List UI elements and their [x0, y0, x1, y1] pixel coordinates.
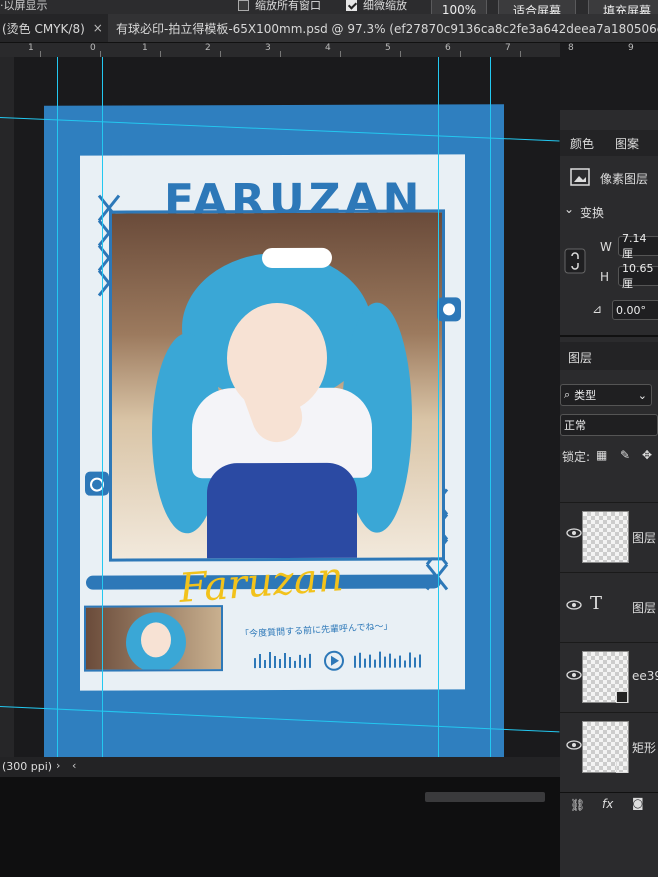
- ruler-label: 1: [28, 43, 34, 53]
- layer-row[interactable]: 图层: [560, 502, 658, 567]
- audio-waveform-icon: [254, 650, 421, 671]
- height-field[interactable]: 10.65 厘: [618, 262, 658, 290]
- vertical-ruler[interactable]: [0, 57, 14, 757]
- layer-thumbnail: [582, 511, 629, 563]
- horizontal-scrollbar[interactable]: [425, 792, 545, 802]
- badge-icon: [437, 297, 461, 322]
- horizontal-ruler[interactable]: 1 0 1 2 3 4 5 6 7 8 9: [0, 43, 634, 58]
- guide-line[interactable]: [438, 57, 439, 777]
- chevron-down-icon: ⌄: [564, 202, 575, 216]
- height-label: H: [600, 270, 610, 284]
- status-bar: (300 ppi) › ‹: [0, 757, 560, 777]
- tab-cmyk-document[interactable]: (烫色 CMYK/8) ×: [0, 14, 107, 42]
- scroll-all-windows-option[interactable]: 缩放所有窗口: [238, 0, 321, 13]
- ruler-label: 2: [205, 43, 211, 53]
- angle-field[interactable]: 0.00°: [612, 300, 658, 320]
- resolution-readout: (300 ppi): [2, 760, 53, 773]
- ruler-label: 0: [90, 43, 96, 53]
- headdress-shape: [262, 247, 332, 269]
- layer-kind-label: 像素图层: [600, 172, 649, 186]
- camera-icon: [85, 471, 109, 496]
- layer-name: 矩形 2: [632, 741, 658, 755]
- layer-kind-row: 像素图层: [560, 168, 658, 192]
- layer-row[interactable]: 矩形 2: [560, 712, 658, 777]
- guide-line[interactable]: [57, 57, 58, 777]
- angle-icon: ⊿: [592, 302, 603, 316]
- mask-icon[interactable]: ◙: [632, 796, 644, 810]
- layer-row[interactable]: T 图层: [560, 572, 658, 637]
- ruler-label: 1: [142, 43, 148, 53]
- layers-footer: ⛓ fx ◙: [560, 792, 658, 819]
- properties-tab-bar: 颜色 图案: [560, 130, 658, 156]
- options-bar: ·以屏显示 缩放所有窗口 细微缩放 100% 适合屏幕 填充屏幕: [0, 0, 658, 22]
- lock-row: 锁定: ▦ ✎ ✥: [560, 448, 658, 468]
- document-artwork: FARUZAN Faruzan 「今度質問する前に先輩呼んでね～」: [44, 104, 504, 768]
- thumbnail-illustration: [84, 605, 223, 672]
- smart-object-icon: [616, 691, 628, 703]
- layer-filter-label: 类型: [574, 389, 597, 402]
- scroll-all-windows-checkbox[interactable]: [238, 0, 249, 11]
- eye-icon[interactable]: [566, 740, 582, 750]
- eye-icon[interactable]: [566, 670, 582, 680]
- partial-option: ·以屏显示: [0, 0, 48, 13]
- document-tab-bar: (烫色 CMYK/8) × 有球必印-拍立得模板-65X100mm.psd @ …: [0, 14, 658, 43]
- link-icon[interactable]: ⛓: [570, 798, 585, 812]
- blend-mode-select[interactable]: 正常: [560, 414, 658, 436]
- guide-line[interactable]: [102, 57, 103, 777]
- pixel-layer-icon: [570, 168, 590, 186]
- layers-panel-header: 图层: [560, 342, 658, 370]
- ruler-label: 4: [325, 43, 331, 53]
- transform-section-header[interactable]: ⌄ 变换: [560, 202, 658, 222]
- chevron-right-icon[interactable]: ›: [56, 759, 60, 772]
- photoshop-window: ·以屏显示 缩放所有窗口 细微缩放 100% 适合屏幕 填充屏幕 (烫色 CMY…: [0, 0, 658, 877]
- lock-brush-icon[interactable]: ✎: [620, 448, 630, 462]
- layer-name: 图层: [632, 531, 657, 545]
- ruler-label: 7: [505, 43, 511, 53]
- layer-name: 图层: [632, 601, 657, 615]
- ruler-label: 3: [265, 43, 271, 53]
- tab-label: 有球必印-拍立得模板-65X100mm.psd @ 97.3% (ef27870…: [116, 21, 658, 36]
- chevron-down-icon: ⌄: [637, 388, 647, 402]
- ruler-label: 8: [568, 43, 574, 53]
- scrubby-zoom-label: 细微缩放: [363, 0, 407, 12]
- tab-active-document[interactable]: 有球必印-拍立得模板-65X100mm.psd @ 97.3% (ef27870…: [108, 14, 658, 42]
- layers-panel-title[interactable]: 图层: [568, 349, 592, 366]
- ruler-label: 9: [628, 43, 634, 53]
- close-icon[interactable]: ×: [93, 21, 103, 35]
- tab-label: (烫色 CMYK/8): [2, 21, 85, 36]
- search-icon: ⌕: [564, 388, 571, 401]
- right-panel-dock: 颜色 图案 像素图层 ⌄ 变换 W 7.14 厘 H 10.65 厘 ⊿ 0.0…: [560, 110, 658, 877]
- transform-label: 变换: [580, 206, 605, 220]
- shape-layer-icon: [616, 761, 628, 773]
- scroll-all-windows-label: 缩放所有窗口: [255, 0, 321, 12]
- tab-pattern[interactable]: 图案: [615, 135, 639, 152]
- tab-color[interactable]: 颜色: [570, 135, 594, 152]
- partial-option-label: ·以屏显示: [0, 0, 48, 12]
- ruler-label: 5: [385, 43, 391, 53]
- link-proportions-icon[interactable]: [564, 248, 586, 274]
- layer-row[interactable]: ee3954: [560, 642, 658, 707]
- fx-icon[interactable]: fx: [602, 797, 613, 811]
- eye-icon[interactable]: [566, 600, 582, 610]
- width-label: W: [600, 240, 612, 254]
- scrubby-zoom-checkbox[interactable]: [346, 0, 357, 11]
- chevron-left-icon[interactable]: ‹: [72, 759, 76, 772]
- guide-line[interactable]: [490, 57, 491, 777]
- character-illustration: [109, 209, 445, 562]
- layer-filter-select[interactable]: ⌕ 类型 ⌄: [560, 384, 652, 406]
- layer-name: ee3954: [632, 669, 658, 683]
- width-field[interactable]: 7.14 厘: [618, 232, 658, 260]
- scrubby-zoom-option[interactable]: 细微缩放: [346, 0, 407, 13]
- dress-shape: [207, 462, 357, 562]
- ruler-label: 6: [445, 43, 451, 53]
- eye-icon[interactable]: [566, 528, 582, 538]
- text-layer-icon: T: [590, 593, 603, 614]
- lock-label: 锁定:: [562, 450, 591, 464]
- lock-move-icon[interactable]: ✥: [642, 448, 652, 462]
- lock-transparency-icon[interactable]: ▦: [596, 448, 607, 462]
